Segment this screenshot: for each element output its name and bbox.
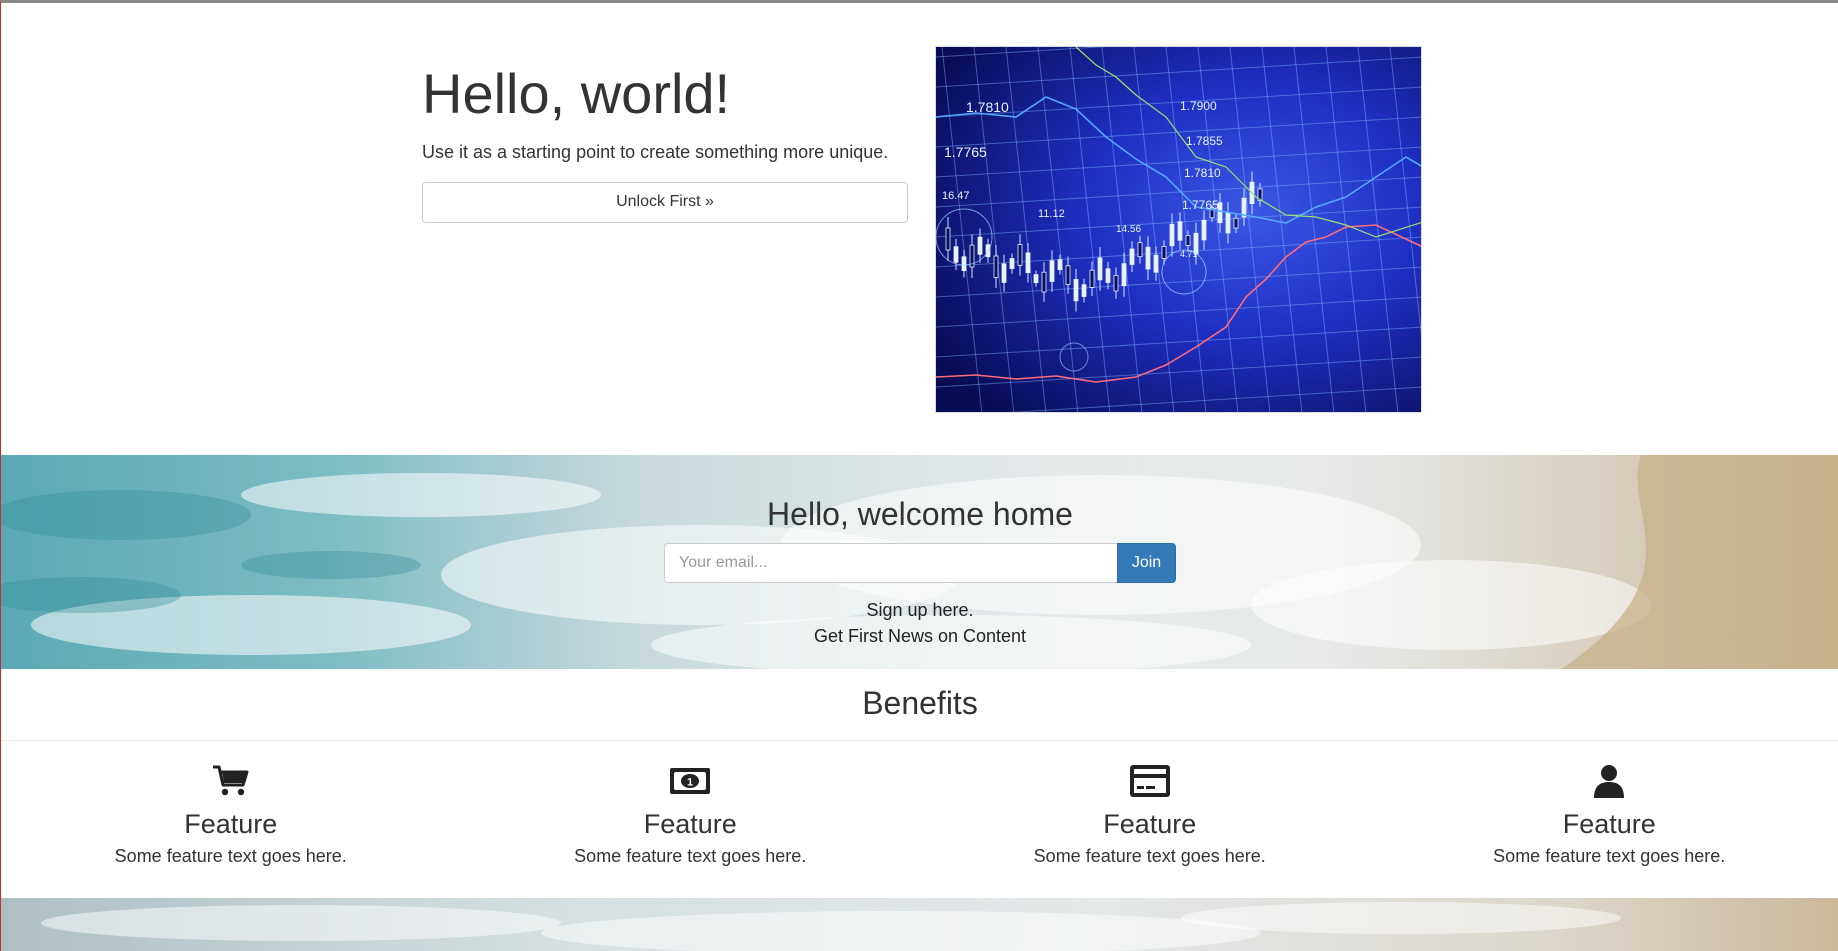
chart-label: 11.12 [1038,208,1065,220]
feature-text: Some feature text goes here. [114,846,347,866]
unlock-first-button[interactable]: Unlock First » [422,181,908,223]
hero-section: Hello, world! Use it as a starting point… [1,3,1838,453]
benefits-section: Benefits Feature Some feature text goes … [1,669,1838,898]
chart-label: 16.47 [942,190,970,202]
svg-text:1: 1 [687,777,693,789]
bottom-background-band [1,898,1838,951]
feature-item: Feature Some feature text goes here. [1,741,461,867]
feature-text: Some feature text goes here. [1033,846,1266,866]
feature-title: Feature [643,809,737,839]
user-icon [1380,763,1838,799]
feature-title: Feature [184,809,278,839]
signup-note-line1: Sign up here. [866,600,974,620]
hero-text: Hello, world! Use it as a starting point… [422,63,910,223]
feature-item: 1 Feature Some feature text goes here. [461,741,921,867]
signup-section: Hello, welcome home Join Sign up here. G… [1,455,1838,669]
chart-label: 14.56 [1116,224,1141,235]
features-row: Feature Some feature text goes here. 1 F… [1,741,1838,867]
feature-item: Feature Some feature text goes here. [920,741,1380,867]
join-button[interactable]: Join [1117,543,1176,583]
feature-text: Some feature text goes here. [1493,846,1726,866]
feature-title: Feature [1103,809,1197,839]
chart-label: 1.7810 [1184,166,1221,180]
signup-form: Join [664,543,1176,583]
feature-item: Feature Some feature text goes here. [1380,741,1838,867]
stock-chart-image: 1.7810 1.7765 1.7900 1.7855 1.7810 1.776… [935,46,1422,413]
page: Hello, world! Use it as a starting point… [0,0,1838,951]
cart-icon [1,763,461,799]
feature-title: Feature [1562,809,1656,839]
chart-label: 1.7810 [966,99,1009,115]
signup-content: Hello, welcome home Join Sign up here. G… [1,496,1838,649]
hero-title: Hello, world! [422,62,731,125]
signup-note: Sign up here. Get First News on Content [1,597,1838,649]
chart-label: 1.7900 [1180,99,1217,113]
hero-lead: Use it as a starting point to create som… [422,141,889,162]
chart-label: 4.71 [1180,249,1198,259]
chart-label: 1.7765 [1182,198,1219,212]
signup-note-line2: Get First News on Content [813,626,1027,646]
email-input[interactable] [664,543,1117,583]
benefits-title: Benefits [1,669,1838,741]
feature-text: Some feature text goes here. [574,846,807,866]
signup-title: Hello, welcome home [767,496,1073,532]
credit-card-icon [920,763,1380,799]
chart-label: 1.7765 [944,144,987,160]
money-icon: 1 [461,763,921,799]
chart-label: 1.7855 [1186,134,1223,148]
